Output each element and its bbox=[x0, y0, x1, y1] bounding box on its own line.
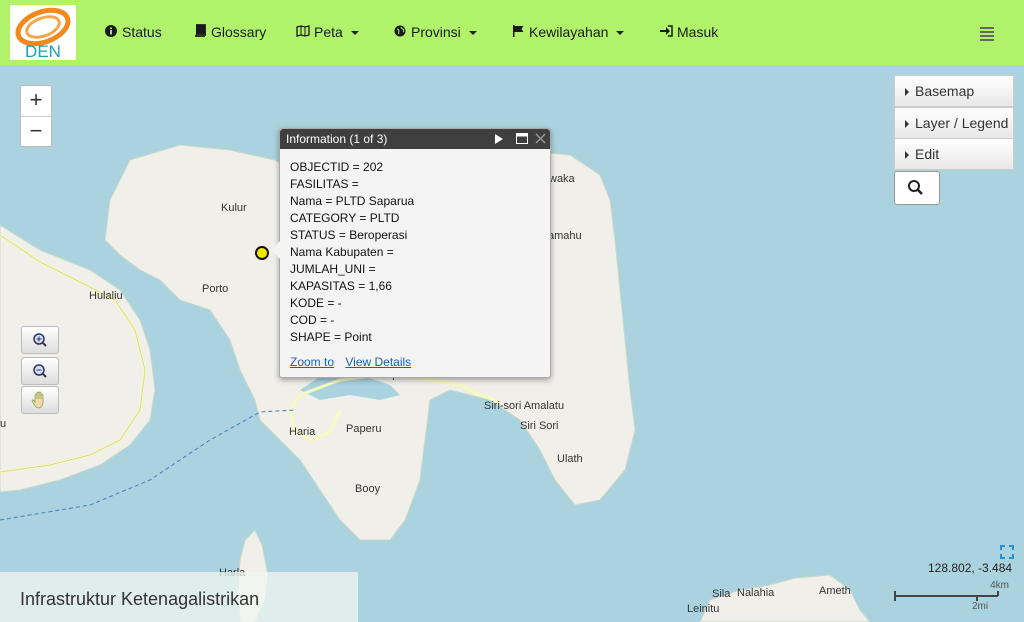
popup-field: FASILITAS = bbox=[290, 177, 359, 191]
popup-field: SHAPE = Point bbox=[290, 330, 372, 344]
place-label: Nalahia bbox=[737, 587, 775, 599]
nav-glossary[interactable]: Glossary bbox=[193, 0, 266, 65]
nav-provinsi-label: Provinsi bbox=[411, 24, 461, 40]
next-arrow-icon[interactable] bbox=[494, 134, 503, 144]
coordinate-readout: 128.802, -3.484 bbox=[928, 561, 1013, 575]
edit-label: Edit bbox=[915, 146, 940, 162]
chevron-down-icon bbox=[350, 31, 359, 36]
view-details-link[interactable]: View Details bbox=[345, 355, 411, 369]
edit-button[interactable]: Edit bbox=[894, 138, 1014, 170]
map-title: Infrastruktur Ketenagalistrikan bbox=[20, 589, 260, 609]
map-icon bbox=[296, 0, 310, 65]
scale-line bbox=[894, 591, 999, 601]
zoom-out-tool-button[interactable] bbox=[21, 357, 59, 385]
place-label: Paperu bbox=[346, 423, 382, 435]
caret-right-icon bbox=[905, 88, 909, 97]
basemap-button[interactable]: Basemap bbox=[894, 75, 1014, 107]
layer-legend-button[interactable]: Layer / Legend bbox=[894, 107, 1014, 139]
caret-right-icon bbox=[905, 120, 909, 129]
search-icon bbox=[908, 180, 923, 195]
book-icon bbox=[193, 0, 207, 65]
zoom-out-button[interactable]: − bbox=[21, 117, 51, 147]
info-popup: Information (1 of 3) OBJECTID = 202 FASI… bbox=[271, 128, 551, 378]
top-navbar: DEN Status Glossary Peta Provinsi Kewila… bbox=[0, 0, 1024, 65]
nav-peta-label: Peta bbox=[314, 24, 343, 40]
place-label: waka bbox=[549, 173, 575, 185]
popup-field: Nama = PLTD Saparua bbox=[290, 194, 415, 208]
basemap-label: Basemap bbox=[915, 83, 975, 99]
place-label: amahu bbox=[548, 230, 582, 242]
close-icon[interactable] bbox=[535, 133, 546, 144]
popup-header: Information (1 of 3) bbox=[280, 129, 550, 149]
pan-tool-button[interactable] bbox=[21, 386, 59, 414]
nav-peta[interactable]: Peta bbox=[296, 0, 359, 65]
nav-kewilayahan[interactable]: Kewilayahan bbox=[511, 0, 625, 65]
zoom-in-button[interactable]: + bbox=[21, 86, 51, 117]
nav-masuk-label: Masuk bbox=[677, 24, 719, 40]
popup-body: OBJECTID = 202 FASILITAS = Nama = PLTD S… bbox=[280, 149, 550, 346]
scale-mi-label: 2mi bbox=[972, 601, 989, 612]
chevron-down-icon bbox=[468, 31, 477, 36]
svg-text:DEN: DEN bbox=[25, 42, 61, 60]
maximize-icon[interactable] bbox=[516, 133, 528, 144]
place-label: Hulaliu bbox=[89, 290, 123, 302]
sign-in-icon bbox=[659, 0, 673, 65]
place-label: Siri-sori Amalatu bbox=[484, 400, 565, 412]
place-label: Sila bbox=[712, 588, 731, 600]
chevron-down-icon bbox=[616, 31, 625, 36]
info-circle-icon bbox=[104, 0, 118, 65]
popup-actions: Zoom to View Details bbox=[290, 355, 419, 369]
caret-right-icon bbox=[905, 151, 909, 160]
place-label: Haria bbox=[289, 426, 316, 438]
place-label: Booy bbox=[355, 483, 381, 495]
place-label: Kulur bbox=[221, 202, 247, 214]
search-button[interactable] bbox=[894, 171, 940, 205]
popup-pointer bbox=[271, 241, 280, 259]
popup-field: STATUS = Beroperasi bbox=[290, 228, 408, 242]
popup-field: CATEGORY = PLTD bbox=[290, 211, 400, 225]
nav-masuk[interactable]: Masuk bbox=[659, 0, 718, 65]
place-label: Siri Sori bbox=[520, 420, 559, 432]
nav-status-label: Status bbox=[122, 24, 162, 40]
place-label: Porto bbox=[202, 283, 229, 295]
zoom-control: + − bbox=[20, 85, 52, 147]
flag-icon bbox=[511, 0, 525, 65]
popup-field: Nama Kabupaten = bbox=[290, 245, 394, 259]
zoom-to-link[interactable]: Zoom to bbox=[290, 355, 334, 369]
footer-title-box: Infrastruktur Ketenagalistrikan bbox=[0, 572, 358, 622]
zoom-in-tool-button[interactable] bbox=[21, 326, 59, 354]
nav-glossary-label: Glossary bbox=[211, 24, 267, 40]
popup-title: Information (1 of 3) bbox=[286, 132, 388, 146]
hand-icon bbox=[31, 391, 44, 409]
popup-field: JUMLAH_UNI = bbox=[290, 262, 376, 276]
scale-bar: 4km 2mi bbox=[894, 580, 1009, 618]
nav-status[interactable]: Status bbox=[104, 0, 162, 65]
hamburger-menu-icon[interactable] bbox=[980, 27, 994, 43]
magnifier-plus-icon bbox=[33, 333, 47, 347]
place-label: Leinitu bbox=[687, 603, 720, 615]
globe-icon bbox=[393, 0, 407, 65]
magnifier-minus-icon bbox=[33, 364, 47, 378]
popup-field: COD = - bbox=[290, 313, 335, 327]
popup-field: OBJECTID = 202 bbox=[290, 160, 384, 174]
fullscreen-icon[interactable] bbox=[1000, 545, 1014, 559]
layer-legend-label: Layer / Legend bbox=[915, 115, 1009, 131]
den-logo[interactable]: DEN bbox=[10, 5, 76, 61]
nav-kewilayahan-label: Kewilayahan bbox=[529, 24, 609, 40]
place-label: u bbox=[0, 418, 7, 430]
place-label: Ulath bbox=[557, 453, 583, 465]
popup-field: KAPASITAS = 1,66 bbox=[290, 279, 392, 293]
pltd-marker-icon[interactable] bbox=[255, 246, 269, 260]
nav-provinsi[interactable]: Provinsi bbox=[393, 0, 477, 65]
place-label: Ameth bbox=[819, 585, 851, 597]
popup-field: KODE = - bbox=[290, 296, 342, 310]
